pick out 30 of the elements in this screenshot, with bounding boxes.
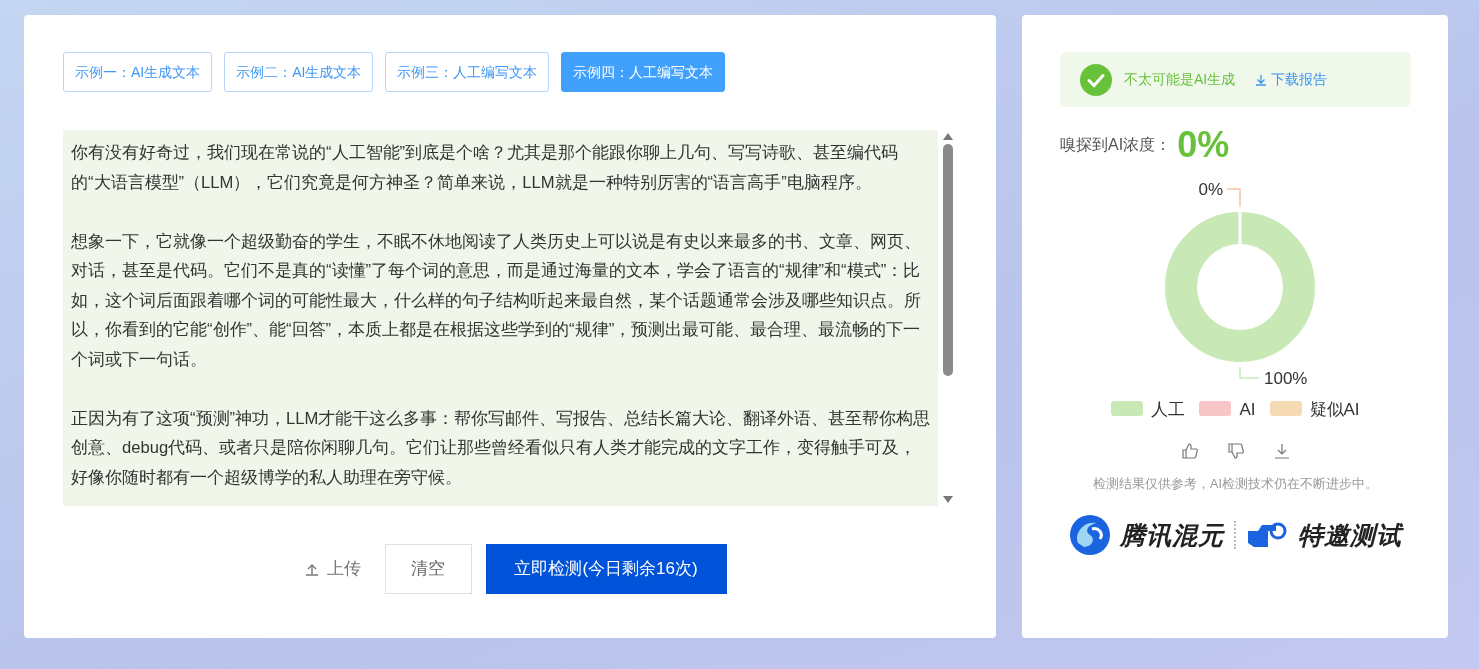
- upload-icon: [304, 562, 319, 576]
- legend-item[interactable]: 人工: [1111, 397, 1186, 423]
- concentration-label: 嗅探到AI浓度：: [1060, 135, 1172, 155]
- legend-item[interactable]: AI: [1199, 397, 1256, 423]
- logo-text: 特邀测试: [1297, 519, 1402, 551]
- download-icon: [1255, 73, 1268, 86]
- detect-button[interactable]: 立即检测(今日剩余16次): [485, 544, 727, 594]
- thumbs-up-icon[interactable]: [1181, 442, 1198, 459]
- verdict-text: 不太可能是AI生成: [1124, 70, 1236, 89]
- logo-text: 腾讯混元: [1119, 519, 1224, 551]
- scroll-down-icon[interactable]: [942, 495, 954, 504]
- scroll-up-icon[interactable]: [942, 132, 954, 141]
- download-icon[interactable]: [1273, 442, 1290, 459]
- legend-item[interactable]: 疑似AI: [1269, 397, 1360, 423]
- scrollbar-thumb[interactable]: [943, 144, 953, 376]
- thumbs-down-icon[interactable]: [1227, 442, 1244, 459]
- check-circle-icon: [1080, 63, 1112, 96]
- swirl-logo-icon: [1069, 515, 1110, 556]
- example-tab[interactable]: 示例一：AI生成文本: [63, 52, 213, 92]
- upload-button[interactable]: 上传: [294, 556, 371, 582]
- example-tab[interactable]: 示例二：AI生成文本: [224, 52, 374, 92]
- clear-button[interactable]: 清空: [384, 544, 472, 594]
- percent-label: 0%: [1197, 180, 1223, 199]
- concentration-value: 0%: [1177, 127, 1230, 163]
- text-input-field[interactable]: 你有没有好奇过，我们现在常说的“人工智能”到底是个啥？尤其是那个能跟你聊上几句、写写诗歌、甚至编代码的“大语言模型”（LLM），它们究竟是何方神圣？简单来说，LLM就是一种特别厉害的“语言高手”电脑程序。 想象一下，它就像一个超级勤奋的学生，不眠不休地阅读了人类历史上可以说是有史以来最多的书、文章、网页、对话，甚至是代码。它们不是真的“读懂”了每个词的意思，而是通过海量的文本，学会了语言的“规律”和“模式”：比如，这个词后面跟着哪个词的可能性最大，什么样的句子结构听起来最自然，某个话题通常会涉及哪些知识点。所以，你看到的它能“创作”、能“回答”，本质上都是在根据这些学到的“规律”，预测出最可能、最合理、最流畅的下一个词或下一句话。 正因为有了这项“预测”神功，LLM才能干这么多事：帮你写邮件、写报告、总结长篇大论、翻译外语、甚至帮你构思创意、debug代码、或者只是陪你闲聊几句。它们让那些曾经看似只有人类才能完成的文字工作，变得触手可及，好像你随时都有一个超级博学的私人助理在旁守候。: [63, 130, 938, 506]
- percent-label: 100%: [1263, 369, 1307, 388]
- example-tab[interactable]: 示例三：人工编写文本: [385, 52, 550, 92]
- leader-line: [1238, 366, 1260, 379]
- disclaimer-text: 检测结果仅供参考，AI检测技术仍在不断进步中。: [1092, 475, 1379, 493]
- leader-line: [1225, 188, 1241, 208]
